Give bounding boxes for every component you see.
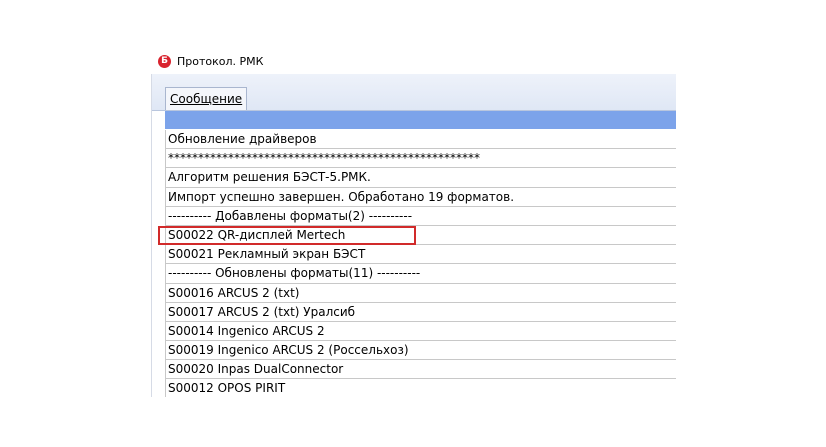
list-item-highlighted[interactable]: S00022 QR-дисплей Mertech (165, 225, 676, 246)
list-item[interactable]: S00012 OPOS PIRIT (165, 379, 676, 397)
list-item[interactable]: S00014 Ingenico ARCUS 2 (165, 321, 676, 342)
app-logo-icon: Б (158, 54, 171, 68)
list-header-bar (165, 111, 676, 129)
protocol-window: Сообщение Обновление драйверов *********… (151, 74, 676, 397)
list-item[interactable]: S00019 Ingenico ARCUS 2 (Россельхоз) (165, 341, 676, 361)
list-item[interactable]: S00016 ARCUS 2 (txt) (165, 283, 676, 303)
tab-strip: Сообщение (152, 74, 676, 111)
list-item[interactable]: Обновление драйверов (165, 130, 676, 150)
message-list[interactable]: Обновление драйверов *******************… (165, 130, 676, 397)
window-titlebar: Б Протокол. РМК (158, 52, 263, 70)
list-item[interactable]: S00020 Inpas DualConnector (165, 360, 676, 380)
list-item[interactable]: ---------- Обновлены форматы(11) -------… (165, 264, 676, 284)
list-item[interactable]: ****************************************… (165, 149, 676, 169)
tab-message[interactable]: Сообщение (165, 87, 248, 110)
window-title: Протокол. РМК (177, 54, 264, 68)
list-item[interactable]: S00017 ARCUS 2 (txt) Уралсиб (165, 302, 676, 322)
list-item[interactable]: S00021 Рекламный экран БЭСТ (165, 245, 676, 265)
list-item[interactable]: Алгоритм решения БЭСТ-5.РМК. (165, 168, 676, 188)
list-item[interactable]: ---------- Добавлены форматы(2) --------… (165, 206, 676, 226)
list-item[interactable]: Импорт успешно завершен. Обработано 19 ф… (165, 187, 676, 207)
